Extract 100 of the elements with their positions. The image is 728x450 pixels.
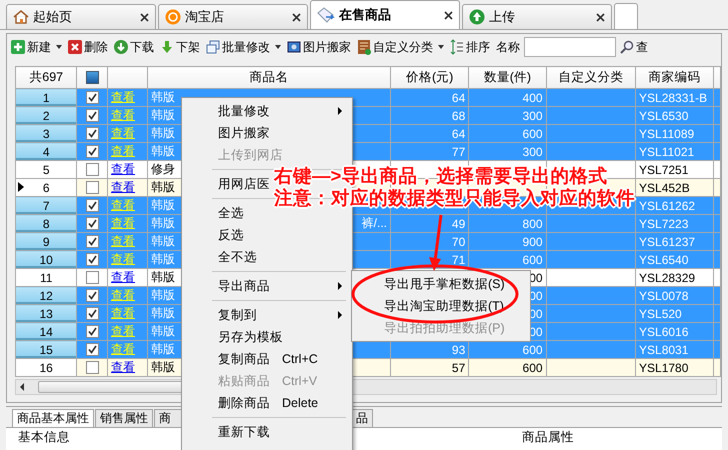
quantity-cell: 900 [522,234,543,248]
row-number[interactable]: 7 [16,196,77,214]
close-icon[interactable] [140,12,149,22]
tab[interactable]: 销售属性 [95,409,153,427]
menu-item[interactable]: 全不选 [182,246,259,268]
row-checkbox[interactable] [86,181,99,194]
toolbar-button[interactable]: 自定义分类 [355,38,446,56]
annotation-arrow [429,214,442,271]
quantity-cell: 600 [522,342,543,356]
row-count-header: 共697 [16,66,77,88]
row-number[interactable]: 1 [16,88,77,106]
row-checkbox[interactable] [86,325,99,338]
toolbar-button[interactable]: 新建 [9,38,64,56]
menu-item[interactable]: 复制商品 Ctrl+C [182,348,352,370]
toolbar-button[interactable]: 图片搬家 [285,38,353,56]
row-checkbox[interactable] [86,217,99,230]
toolbar-button[interactable]: 排序 [448,38,492,56]
tab[interactable]: 品 [351,409,373,427]
row-checkbox[interactable] [86,343,99,356]
menu-item[interactable]: 删除商品 Delete [182,392,352,414]
download-icon [114,40,128,54]
row-number[interactable]: 12 [16,286,77,304]
row-checkbox[interactable] [86,271,99,284]
menu-item[interactable]: 用网店医 [182,173,272,195]
tab[interactable]: 上传 [462,4,612,29]
merchant-code: YSL28329 [639,270,696,284]
column-header[interactable]: 自定义分类 [546,66,636,88]
row-number[interactable]: 14 [16,322,77,340]
row-checkbox[interactable] [86,361,99,374]
toolbar-button[interactable]: 下载 [112,38,156,56]
empty-tab[interactable] [614,3,638,29]
row-number[interactable]: 10 [16,250,77,268]
row-checkbox[interactable] [86,127,99,140]
product-name: 韩版 [150,270,175,286]
toolbar-button[interactable]: 批量修改 [204,38,283,56]
search-field[interactable] [524,37,616,57]
price-cell: 77 [452,144,466,158]
row-checkbox[interactable] [86,163,99,176]
row-checkbox[interactable] [86,109,99,122]
menu-item[interactable]: 另存为模板 [182,326,285,348]
row-checkbox[interactable] [86,199,99,212]
tab[interactable]: 商品基本属性 [12,409,94,427]
menu-item[interactable]: 重新下载 [182,421,272,443]
row-checkbox[interactable] [86,289,99,302]
caret-icon[interactable] [275,45,281,49]
row-number[interactable]: 15 [16,340,77,358]
column-header[interactable]: 商家编码 [636,66,714,88]
menu-item[interactable]: 全选 [182,202,246,224]
tab[interactable]: 在售商品 [310,0,460,29]
row-checkbox[interactable] [86,145,99,158]
product-name: 修身 [150,162,175,178]
tab[interactable]: 淘宝店 [158,4,308,29]
row-number[interactable]: 5 [16,160,77,178]
toolbar-button[interactable]: 下架 [158,38,202,56]
row-number[interactable]: 16 [16,358,77,376]
row-number[interactable]: 11 [16,268,77,286]
close-icon[interactable] [292,12,301,22]
plus-icon [11,40,25,54]
merchant-code: YSL61237 [639,234,696,248]
book-icon [357,39,371,55]
row-number[interactable]: 6 [16,178,77,196]
tab[interactable]: 起始页 [6,4,156,29]
merchant-code: YSL1780 [639,360,688,374]
price-cell: 70 [452,234,466,248]
search-button[interactable]: 查 [618,38,650,56]
menu-item[interactable]: 反选 [182,224,246,246]
upload-icon [469,9,485,25]
row-checkbox[interactable] [86,235,99,248]
product-name: 韩版 [150,90,175,106]
price-cell: 64 [452,126,466,140]
quantity-cell: 300 [522,144,543,158]
caret-icon[interactable] [56,45,62,49]
windows-icon [206,40,220,54]
product-name: 韩版 [150,360,175,376]
row-checkbox[interactable] [86,253,99,266]
column-header[interactable]: 商品名 [147,66,391,88]
search-icon [620,40,634,54]
row-number[interactable]: 13 [16,304,77,322]
row-checkbox[interactable] [86,91,99,104]
row-checkbox[interactable] [86,307,99,320]
row-number[interactable]: 4 [16,142,77,160]
select-all-checkbox[interactable] [86,71,99,84]
menu-item[interactable]: 图片搬家 [182,122,272,144]
toolbar-button[interactable]: 删除 [66,38,110,56]
house-icon [13,9,29,25]
merchant-code: YSL11021 [639,144,694,158]
menu-item[interactable]: 导出甩手掌柜数据(S) [352,273,530,295]
quantity-cell: 600 [522,252,543,266]
row-number[interactable]: 3 [16,124,77,142]
menu-item[interactable]: 导出商品 [182,275,352,297]
close-icon[interactable] [444,10,453,20]
close-icon[interactable] [596,12,605,22]
column-header[interactable]: 价格(元) [390,66,469,88]
menu-item[interactable]: 复制到 [182,304,352,326]
row-number[interactable]: 9 [16,232,77,250]
row-number[interactable]: 8 [16,214,77,232]
column-header[interactable]: 数量(件) [468,66,546,88]
row-number[interactable]: 2 [16,106,77,124]
caret-icon[interactable] [438,45,444,49]
menu-item[interactable]: 批量修改 [182,100,352,122]
